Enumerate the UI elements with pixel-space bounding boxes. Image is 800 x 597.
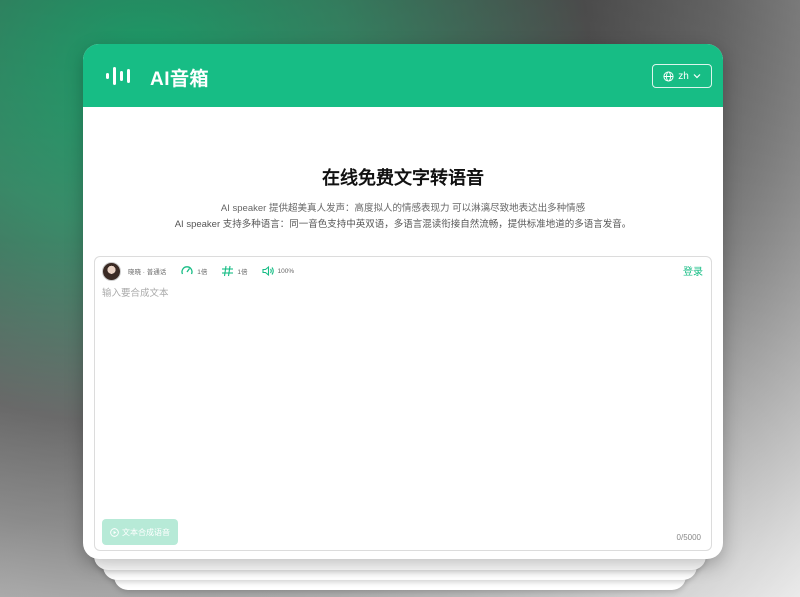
pitch-label: 1倍 (237, 269, 248, 276)
volume-label: 100% (277, 267, 295, 275)
description-line-1: AI speaker 提供超美真人发声：高度拟人的情感表现力 可以淋漓尽致地表达… (220, 203, 586, 214)
synthesize-label: 文本合成语音 (122, 527, 170, 537)
editor-toolbar: 晓晓 · 普通话 1倍 1倍 100% (102, 261, 308, 281)
speaker-icon (261, 265, 274, 277)
app-window: AI音箱 zh 在线免费文字转语音 AI speaker 提供超美真人发声：高度… (83, 44, 723, 559)
char-counter: 0/5000 (676, 533, 701, 542)
avatar (102, 261, 121, 281)
globe-icon (663, 70, 674, 82)
chevron-down-icon (693, 74, 701, 79)
text-input[interactable] (102, 285, 702, 510)
volume-control[interactable]: 100% (261, 265, 295, 277)
pitch-control[interactable]: 1倍 (221, 265, 248, 277)
pitch-icon (222, 265, 234, 277)
voice-selector[interactable]: 晓晓 · 普通话 (102, 261, 167, 281)
speed-control[interactable]: 1倍 (180, 264, 207, 278)
speedometer-icon (181, 266, 193, 275)
page-title: 在线免费文字转语音 (322, 168, 484, 188)
voice-name: 晓晓 · 普通话 (128, 269, 167, 276)
app-header: AI音箱 zh (83, 44, 723, 107)
description-line-2: AI speaker 支持多种语言：同一音色支持中英双语，多语言混读衔接自然流畅… (174, 219, 632, 230)
synthesize-button[interactable]: 文本合成语音 (102, 519, 178, 545)
sound-wave-icon (106, 67, 130, 85)
speed-label: 1倍 (197, 269, 208, 276)
language-selector[interactable]: zh (652, 64, 712, 88)
login-link[interactable]: 登录 (683, 263, 703, 278)
tts-editor: 晓晓 · 普通话 1倍 1倍 100% 登录 输入要合成文本 文本合成语音 0/… (94, 256, 712, 551)
app-title: AI音箱 (150, 69, 210, 90)
play-circle-icon (110, 527, 119, 537)
language-label: zh (678, 70, 689, 82)
